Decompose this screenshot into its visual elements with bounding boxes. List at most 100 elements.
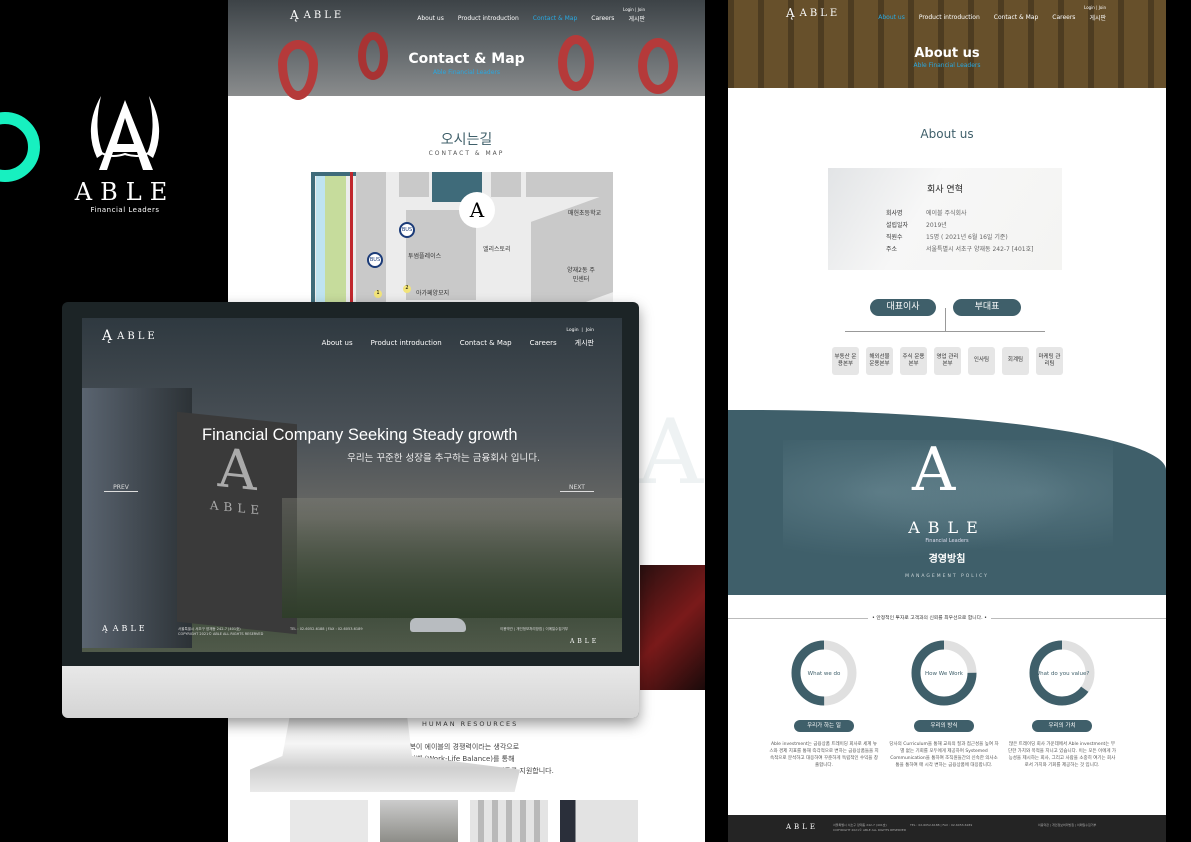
login-link[interactable]: Login (1084, 5, 1095, 10)
hr-photo-team (290, 800, 368, 842)
footer-link-privacy[interactable]: 개인정보처리방침 (1052, 823, 1074, 827)
monitor-chin (62, 666, 639, 718)
nav-contact[interactable]: Contact & Map (460, 339, 512, 347)
section-title: 오시는길 (440, 132, 493, 148)
join-link[interactable]: Join (586, 328, 594, 333)
org-dept: 주식 운용본부 (900, 347, 927, 375)
bus-stop-icon: BUS (367, 252, 383, 268)
hr-title: HUMAN RESOURCES (422, 720, 519, 728)
main-nav: About us Product introduction Contact & … (403, 14, 645, 23)
city-skyline (282, 498, 622, 618)
map-label: 아가페양모지 (416, 290, 450, 297)
org-dept: 해외선물 운용본부 (866, 347, 893, 375)
footer-link-terms[interactable]: 이용약관 (500, 627, 513, 631)
policy-title: 경영방침 (928, 554, 966, 565)
nav-products[interactable]: Product introduction (458, 15, 519, 22)
subway-exit-icon: 1 (374, 290, 382, 298)
watermark-logo: A (638, 400, 703, 505)
org-dept: 회계팀 (1002, 347, 1029, 375)
hero-headline: Financial Company Seeking Steady growth (202, 426, 518, 444)
org-dept: 영업 관리본부 (934, 347, 961, 375)
about-us-page: Ą ABLE Login | Join About us Product intr… (728, 0, 1166, 842)
policy-column: How We Work 우리의 방식 당사의 Curriculum을 통해 교육… (889, 636, 999, 770)
footer-link-privacy[interactable]: 개인정보처리방침 (516, 627, 542, 631)
management-policy-banner: A ABLE Financial Leaders 경영방침 MANAGEMENT… (728, 410, 1166, 595)
company-marker-icon[interactable]: A (459, 192, 495, 228)
policy-motto: • 안정적인 투자로 고객과의 신뢰를 최우선으로 합니다. • (868, 614, 991, 621)
building-image (82, 388, 192, 648)
footer-logo: ABLE (786, 823, 818, 831)
donut-label: What do you value? (1035, 671, 1090, 677)
building-billboard: A ABLE (177, 411, 297, 635)
policy-donut: How We Work (911, 640, 977, 706)
nav-contact[interactable]: Contact & Map (533, 15, 578, 22)
policy-column: What we do 우리가 하는 일 Able investment는 금융상… (769, 636, 879, 770)
location-map[interactable]: A BUS BUS 매헌초등학교 엘리스토리 투썸플레이스 양재2동 주민센터 … (311, 172, 613, 307)
nav-products[interactable]: Product introduction (919, 14, 980, 21)
nav-careers[interactable]: Careers (591, 15, 614, 22)
section-subtitle: CONTACT & MAP (428, 150, 505, 157)
nav-products[interactable]: Product introduction (371, 339, 442, 347)
bus-stop-icon: BUS (399, 222, 415, 238)
nav-careers[interactable]: Careers (1052, 14, 1075, 21)
hr-photo-handshake (560, 800, 638, 842)
join-link[interactable]: Join (638, 7, 645, 12)
join-link[interactable]: Join (1099, 5, 1106, 10)
map-label: 투썸플레이스 (408, 253, 442, 260)
policy-text: 많은 트레이딩 회사 가운데에서 Able investment는 부단한 가치… (1007, 742, 1117, 768)
hero-subtitle: Able Financial Leaders (432, 69, 501, 76)
header-logo[interactable]: Ą ABLE (786, 6, 840, 20)
hr-photo-laptop (380, 800, 458, 842)
night-traffic-image (640, 565, 705, 690)
brand-tagline: Financial Leaders (925, 538, 969, 544)
main-nav: About us Product introduction Contact & … (864, 13, 1106, 22)
policy-text: Able investment는 금융상품 트레이딩 회사로 세계 뉴스와 경제… (769, 742, 879, 768)
org-departments: 부동산 운용본부 해외선물 운용본부 주식 운용본부 영업 관리본부 인사팀 회계팀 마케팅… (832, 347, 1063, 375)
nav-careers[interactable]: Careers (530, 339, 557, 347)
brand-logo: ABLE Financial Leaders (70, 88, 180, 214)
policy-donut: What do you value? (1029, 640, 1095, 706)
prev-slide-button[interactable]: PREV (104, 484, 138, 492)
section-title: About us (920, 127, 974, 141)
hr-photo-calculator (470, 800, 548, 842)
next-slide-button[interactable]: NEXT (560, 484, 594, 492)
nav-board[interactable]: 게시판 (575, 338, 594, 348)
footer: ABLE 서울특별시 서초구 양재동 242-7 (401호) COPYRIGHT… (728, 815, 1166, 842)
company-info-table: 회사명 에이블 주식회사 설립일자 2019년 직원수 15명 ( 2021년 6월 … (886, 210, 1034, 253)
org-connector (845, 331, 1045, 332)
laurel-a-logo-icon (90, 96, 160, 170)
nav-about[interactable]: About us (322, 339, 353, 347)
header-logo[interactable]: Ą ABLE (102, 328, 158, 344)
policy-text: 당사의 Curriculum을 통해 교육의 질과 접근성을 높여 차별 없는 … (889, 742, 999, 768)
policy-pill: 우리의 방식 (914, 720, 974, 732)
nav-contact[interactable]: Contact & Map (994, 14, 1039, 21)
donut-label: How We Work (925, 671, 964, 677)
subway-exit-icon: 2 (403, 285, 411, 293)
nav-about[interactable]: About us (417, 15, 444, 22)
policy-pill: 우리가 하는 일 (794, 720, 854, 732)
nav-board[interactable]: 게시판 (1089, 13, 1106, 22)
footer-link-email[interactable]: 이메일수집거부 (1077, 823, 1096, 827)
hero-title: About us (914, 46, 980, 61)
footer-logo: Ą ABLE (102, 624, 148, 633)
footer-link-email[interactable]: 이메일수집거부 (545, 627, 568, 631)
map-label: 매헌초등학교 (568, 210, 602, 217)
login-link[interactable]: Login (566, 328, 578, 333)
header-logo[interactable]: Ą ABLE (290, 8, 344, 22)
nav-board[interactable]: 게시판 (628, 14, 645, 23)
main-nav: About us Product introduction Contact & … (308, 338, 594, 348)
accent-ring-decoration (0, 112, 40, 182)
map-label: 양재2동 주민센터 (567, 267, 595, 283)
org-dept: 부동산 운용본부 (832, 347, 859, 375)
login-link[interactable]: Login (623, 7, 634, 12)
policy-pill: 우리의 가치 (1032, 720, 1092, 732)
policy-column: What do you value? 우리의 가치 많은 트레이딩 회사 가운데… (1007, 636, 1117, 770)
org-ceo: 대표이사 (870, 299, 936, 316)
org-dept: 마케팅 관리팀 (1036, 347, 1063, 375)
footer-link-terms[interactable]: 이용약관 (1038, 823, 1049, 827)
org-dept: 인사팀 (968, 347, 995, 375)
hero-subline: 우리는 꾸준한 성장을 추구하는 금융회사 입니다. (347, 453, 540, 464)
company-history-card: 회사 연혁 회사명 에이블 주식회사 설립일자 2019년 직원수 15명 ( 202… (828, 168, 1062, 270)
nav-about[interactable]: About us (878, 14, 905, 21)
brand-tagline: Financial Leaders (90, 206, 160, 214)
